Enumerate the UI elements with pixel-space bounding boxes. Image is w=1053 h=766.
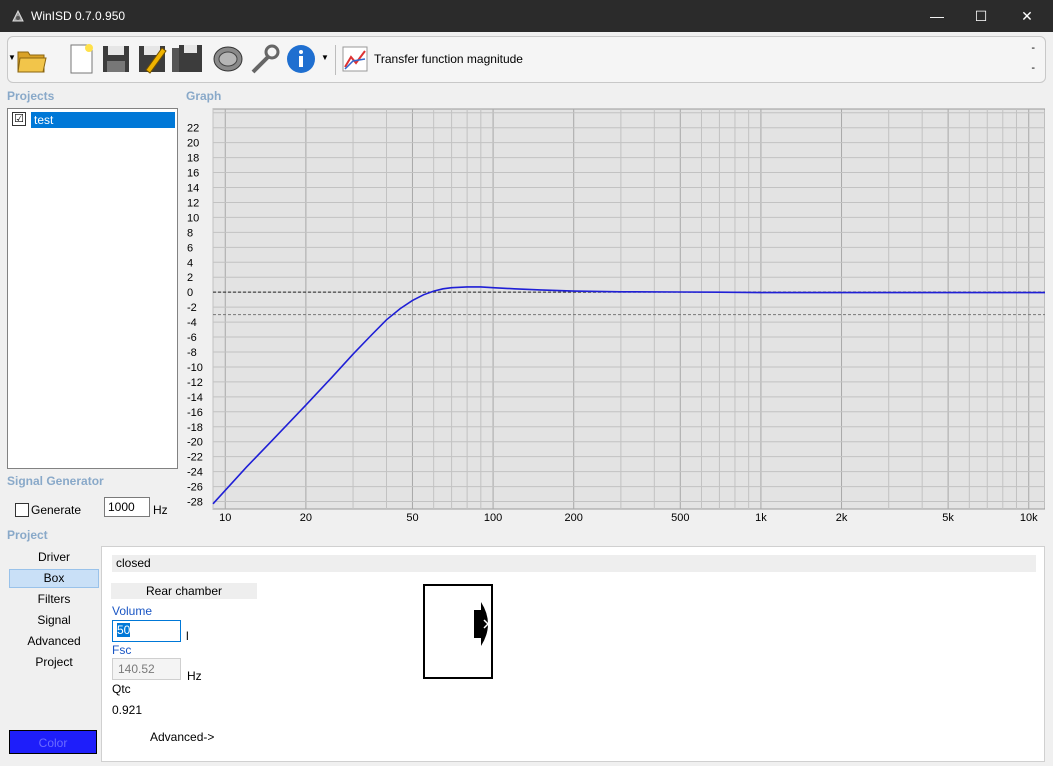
nav-box[interactable]: Box (9, 569, 99, 588)
fsc-input[interactable]: 140.52 (112, 658, 181, 680)
y-tick-label: -20 (187, 437, 203, 449)
driver-icon[interactable] (212, 42, 244, 76)
y-tick-label: 0 (187, 287, 193, 299)
volume-label: Volume (112, 604, 153, 618)
minimize-button[interactable]: — (914, 0, 960, 32)
x-tick-label: 500 (671, 512, 689, 524)
y-tick-label: -10 (187, 362, 203, 374)
box-type-selector[interactable]: closed (112, 555, 1036, 572)
graph-header: Graph (186, 89, 222, 103)
x-tick-label: 10k (1020, 512, 1038, 524)
y-tick-label: 14 (187, 183, 199, 195)
window-title: WinISD 0.7.0.950 (31, 9, 126, 23)
y-tick-label: -18 (187, 422, 203, 434)
generator-frequency-input[interactable] (104, 497, 150, 517)
qtc-label: Qtc (112, 682, 131, 696)
save-icon[interactable] (100, 42, 132, 76)
info-dropdown-arrow[interactable]: ▼ (321, 53, 329, 63)
y-tick-label: 8 (187, 227, 193, 239)
y-tick-label: 10 (187, 212, 199, 224)
generate-label: Generate (31, 503, 82, 517)
y-tick-label: -16 (187, 407, 203, 419)
y-tick-label: -24 (187, 467, 203, 479)
volume-input-value[interactable]: 50 (117, 623, 131, 637)
toolbar-dash-bottom: - (1031, 62, 1035, 74)
x-tick-label: 100 (484, 512, 502, 524)
closed-box-diagram (423, 584, 493, 679)
project-item[interactable]: ☑ test (12, 112, 175, 128)
nav-filters[interactable]: Filters (9, 590, 99, 609)
fsc-unit: Hz (187, 669, 202, 683)
qtc-value: 0.921 (112, 703, 143, 717)
y-tick-label: 18 (187, 153, 199, 165)
nav-advanced[interactable]: Advanced (9, 632, 99, 651)
y-tick-label: -4 (187, 317, 197, 329)
x-tick-label: 5k (942, 512, 954, 524)
volume-unit: l (186, 629, 189, 643)
y-tick-label: -22 (187, 452, 203, 464)
y-tick-label: -12 (187, 377, 203, 389)
x-tick-label: 50 (406, 512, 418, 524)
projects-header: Projects (7, 89, 55, 103)
nav-driver[interactable]: Driver (9, 548, 99, 567)
fsc-label: Fsc (112, 643, 132, 657)
open-folder-icon[interactable] (16, 42, 48, 76)
graph-type-icon[interactable] (341, 45, 369, 73)
y-tick-label: 6 (187, 242, 193, 254)
advanced-link[interactable]: Advanced-> (150, 730, 214, 744)
y-tick-label: -28 (187, 497, 203, 509)
save-all-icon[interactable] (171, 42, 203, 76)
generator-frequency-unit: Hz (153, 503, 168, 517)
close-button[interactable]: ✕ (1004, 0, 1050, 32)
project-checkbox[interactable]: ☑ (12, 112, 26, 126)
nav-signal[interactable]: Signal (9, 611, 99, 630)
y-tick-label: -8 (187, 347, 197, 359)
nav-project[interactable]: Project (9, 653, 99, 672)
plot-background (212, 108, 1046, 510)
y-tick-label: 20 (187, 138, 199, 150)
x-tick-label: 20 (300, 512, 312, 524)
x-tick-label: 10 (219, 512, 231, 524)
title-bar: WinISD 0.7.0.950 — ☐ ✕ (0, 0, 1053, 32)
graph-panel[interactable]: 22 20 18 16 14 12 10 8 6 4 2 0 -2 -4 -6 -8 -10 -12 -14 -16-… (184, 106, 1046, 524)
project-nav-header: Project (7, 528, 48, 542)
y-tick-label: -26 (187, 482, 203, 494)
generate-checkbox[interactable] (15, 503, 29, 517)
x-tick-label: 200 (565, 512, 583, 524)
graph-type-label[interactable]: Transfer function magnitude (374, 52, 523, 66)
new-file-icon[interactable] (65, 42, 97, 76)
tools-icon[interactable] (249, 42, 281, 76)
y-tick-label: -2 (187, 302, 197, 314)
maximize-button[interactable]: ☐ (958, 0, 1004, 32)
y-tick-label: -14 (187, 392, 203, 404)
main-toolbar: ▼ ▼ Transfer function magnitude - - (7, 36, 1046, 83)
signal-generator-header: Signal Generator (7, 474, 104, 488)
box-panel: closed Rear chamber Volume 50 l Fsc 140.… (101, 546, 1045, 762)
color-button[interactable]: Color (9, 730, 97, 754)
info-icon[interactable] (285, 42, 317, 76)
y-tick-label: 22 (187, 123, 199, 135)
projects-list[interactable]: ☑ test (7, 108, 178, 469)
project-item-label[interactable]: test (31, 112, 175, 128)
winisd-app-icon (12, 9, 24, 22)
x-tick-label: 2k (836, 512, 848, 524)
volume-input[interactable]: 50 (112, 620, 181, 642)
transfer-function-chart[interactable]: 2220181614121086420-2-4-6-8-10-12-14-16-… (184, 106, 1046, 524)
y-tick-label: -6 (187, 332, 197, 344)
open-dropdown-arrow[interactable]: ▼ (8, 53, 16, 63)
rear-chamber-header: Rear chamber (111, 583, 257, 599)
y-tick-label: 16 (187, 168, 199, 180)
y-tick-label: 4 (187, 257, 193, 269)
toolbar-separator (335, 45, 336, 75)
y-tick-label: 2 (187, 272, 193, 284)
save-as-icon[interactable] (136, 42, 168, 76)
x-tick-label: 1k (755, 512, 767, 524)
toolbar-dash-top: - (1031, 42, 1035, 54)
y-tick-label: 12 (187, 197, 199, 209)
